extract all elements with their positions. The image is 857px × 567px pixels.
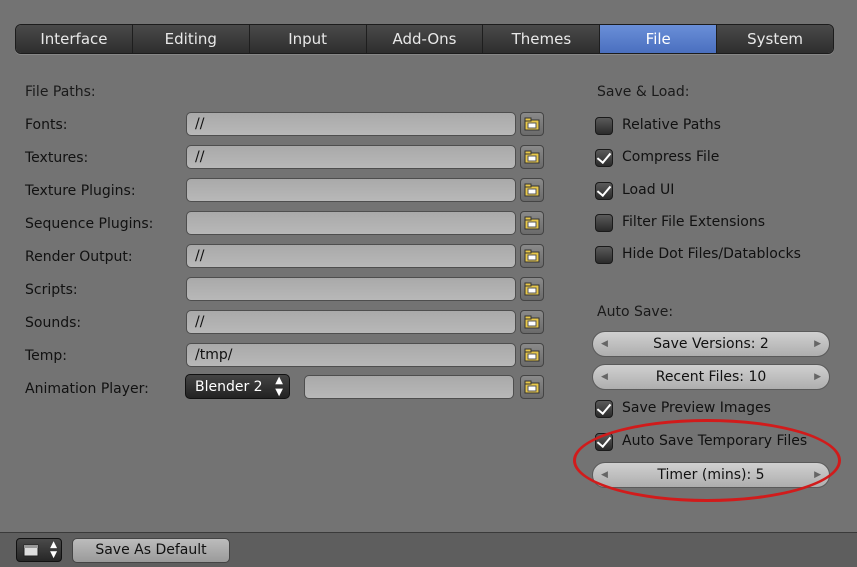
timer-mins-field[interactable]: ◀ Timer (mins): 5 ▶ — [592, 462, 830, 488]
up-down-arrows-icon: ▲ ▼ — [275, 375, 283, 398]
tab-file[interactable]: File — [600, 25, 718, 53]
load-ui-checkbox[interactable] — [595, 182, 613, 200]
sequence-plugins-path-field[interactable] — [186, 211, 516, 235]
animation-player-select-value: Blender 2 — [195, 379, 263, 395]
fonts-folder-button[interactable] — [520, 112, 544, 136]
compress-file-label: Compress File — [622, 149, 720, 165]
editor-type-button[interactable]: ▲ ▼ — [16, 538, 62, 562]
scripts-label: Scripts: — [25, 282, 78, 298]
auto-save-title: Auto Save: — [597, 304, 674, 320]
filter-file-extensions-label: Filter File Extensions — [622, 214, 766, 230]
fonts-path-field[interactable]: // — [186, 112, 516, 136]
temp-path-field[interactable]: /tmp/ — [186, 343, 516, 367]
save-preview-images-checkbox[interactable] — [595, 400, 613, 418]
hide-dot-files-checkbox[interactable] — [595, 246, 613, 264]
save-as-default-button[interactable]: Save As Default — [72, 538, 230, 563]
recent-files-field[interactable]: ◀ Recent Files: 10 ▶ — [592, 364, 830, 390]
hide-dot-files-label: Hide Dot Files/Datablocks — [622, 246, 801, 262]
sounds-path-field[interactable]: // — [186, 310, 516, 334]
fonts-label: Fonts: — [25, 117, 68, 133]
render-output-folder-button[interactable] — [520, 244, 544, 268]
save-load-title: Save & Load: — [597, 84, 690, 100]
sounds-label: Sounds: — [25, 315, 82, 331]
tab-add-ons[interactable]: Add-Ons — [366, 25, 484, 53]
decrement-arrow-icon[interactable]: ◀ — [601, 365, 608, 389]
temp-label: Temp: — [25, 348, 68, 364]
textures-folder-button[interactable] — [520, 145, 544, 169]
timer-mins-value: Timer (mins): 5 — [657, 467, 765, 483]
tab-input[interactable]: Input — [249, 25, 367, 53]
scripts-path-field[interactable] — [186, 277, 516, 301]
sequence-plugins-folder-button[interactable] — [520, 211, 544, 235]
tab-system[interactable]: System — [717, 25, 833, 53]
render-output-path-field[interactable]: // — [186, 244, 516, 268]
tab-editing[interactable]: Editing — [132, 25, 250, 53]
increment-arrow-icon[interactable]: ▶ — [814, 332, 821, 356]
relative-paths-checkbox[interactable] — [595, 117, 613, 135]
save-preview-images-label: Save Preview Images — [622, 400, 771, 416]
temp-folder-button[interactable] — [520, 343, 544, 367]
bottom-toolbar: ▲ ▼ Save As Default — [0, 532, 857, 567]
load-ui-label: Load UI — [622, 182, 675, 198]
recent-files-value: Recent Files: 10 — [655, 369, 767, 385]
highlight-ellipse — [573, 419, 841, 502]
auto-save-temp-label: Auto Save Temporary Files — [622, 433, 808, 449]
auto-save-temp-checkbox[interactable] — [595, 433, 613, 451]
animation-player-select[interactable]: Blender 2 ▲ ▼ — [185, 374, 290, 399]
animation-player-label: Animation Player: — [25, 381, 149, 397]
tab-themes[interactable]: Themes — [483, 25, 601, 53]
textures-label: Textures: — [25, 150, 89, 166]
filter-file-extensions-checkbox[interactable] — [595, 214, 613, 232]
textures-path-field[interactable]: // — [186, 145, 516, 169]
sequence-plugins-label: Sequence Plugins: — [25, 216, 154, 232]
user-preferences-window: Interface Editing Input Add-Ons Themes F… — [0, 0, 857, 567]
compress-file-checkbox[interactable] — [595, 149, 613, 167]
increment-arrow-icon[interactable]: ▶ — [814, 463, 821, 487]
up-down-arrows-icon: ▲ ▼ — [50, 540, 57, 560]
decrement-arrow-icon[interactable]: ◀ — [601, 463, 608, 487]
increment-arrow-icon[interactable]: ▶ — [814, 365, 821, 389]
relative-paths-label: Relative Paths — [622, 117, 721, 133]
decrement-arrow-icon[interactable]: ◀ — [601, 332, 608, 356]
tab-interface[interactable]: Interface — [16, 25, 133, 53]
save-versions-value: Save Versions: 2 — [653, 336, 769, 352]
animation-player-folder-button[interactable] — [520, 375, 544, 399]
animation-player-path-field[interactable] — [304, 375, 514, 399]
texture-plugins-folder-button[interactable] — [520, 178, 544, 202]
editor-type-icon — [22, 542, 40, 562]
sounds-folder-button[interactable] — [520, 310, 544, 334]
texture-plugins-path-field[interactable] — [186, 178, 516, 202]
scripts-folder-button[interactable] — [520, 277, 544, 301]
preferences-tabs: Interface Editing Input Add-Ons Themes F… — [15, 24, 834, 54]
render-output-label: Render Output: — [25, 249, 133, 265]
texture-plugins-label: Texture Plugins: — [25, 183, 136, 199]
save-versions-field[interactable]: ◀ Save Versions: 2 ▶ — [592, 331, 830, 357]
file-paths-title: File Paths: — [25, 84, 96, 100]
